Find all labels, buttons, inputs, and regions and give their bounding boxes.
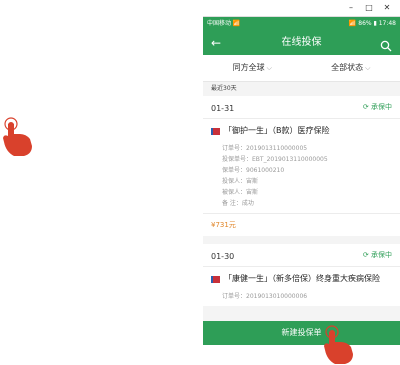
chevron-down-icon: ⌵ (365, 64, 371, 72)
order-date: 01-31 (211, 104, 235, 113)
section-label: 最近30天 (203, 82, 400, 96)
status-filter-label: 全部状态 (331, 63, 364, 72)
company-filter-label: 同方全球 (232, 63, 265, 72)
order-fields: 订单号：2019013110000005 投保单号：EBT_2019013110… (211, 143, 392, 209)
card-header: 01-31 ⟳ 承保中 (203, 96, 400, 119)
insured-person: 被保人：宙斯 (222, 189, 259, 196)
policy-number: 保单号：9061000210 (222, 167, 285, 174)
insurer-logo-icon (211, 276, 220, 283)
company-filter-dropdown[interactable]: 同方全球 ⌵ (203, 55, 302, 81)
product-row: 「御护一生」（B款）医疗保险 (211, 125, 392, 137)
policyholder: 投保人：宙斯 (222, 178, 259, 185)
product-row: 「康健一生」（新多倍保）终身重大疾病保险 (211, 273, 392, 285)
remark: 备 注：成功 (222, 200, 254, 207)
status-badge: ⟳ 承保中 (362, 251, 392, 259)
chevron-down-icon: ⌵ (266, 64, 272, 72)
order-card[interactable]: 01-31 ⟳ 承保中 「御护一生」（B款）医疗保险 订单号：201901311… (203, 96, 400, 236)
order-card[interactable]: 01-30 ⟳ 承保中 「康健一生」（新多倍保）终身重大疾病保险 订单号：201… (203, 244, 400, 306)
product-name: 「御护一生」（B款）医疗保险 (224, 126, 330, 135)
order-number: 订单号：2019013110000005 (222, 145, 308, 152)
filter-bar: 同方全球 ⌵ 全部状态 ⌵ (203, 55, 400, 82)
phone-screen: – □ ✕ 中国移动 📶 📶 86% ▮ 17:48 ← 在线投保 同方全球 ⌵ … (203, 0, 400, 345)
carrier-label: 中国移动 📶 (207, 20, 241, 27)
page-title: 在线投保 (281, 37, 322, 48)
card-body: 「康健一生」（新多倍保）终身重大疾病保险 订单号：201901301000000… (203, 267, 400, 306)
new-application-button[interactable]: 新建投保单 (203, 321, 400, 345)
status-right-label: 📶 86% ▮ 17:48 (348, 20, 396, 27)
status-filter-dropdown[interactable]: 全部状态 ⌵ (302, 55, 400, 81)
status-badge: ⟳ 承保中 (362, 103, 392, 111)
minimize-button[interactable]: – (344, 2, 358, 14)
card-header: 01-30 ⟳ 承保中 (203, 244, 400, 267)
close-button[interactable]: ✕ (380, 2, 394, 14)
search-icon[interactable] (380, 37, 392, 56)
status-bar: 中国移动 📶 📶 86% ▮ 17:48 (203, 17, 400, 31)
maximize-button[interactable]: □ (362, 2, 376, 14)
product-name: 「康健一生」（新多倍保）终身重大疾病保险 (224, 274, 380, 283)
tap-hand-left-icon (0, 116, 36, 158)
card-body: 「御护一生」（B款）医疗保险 订单号：2019013110000005 投保单号… (203, 119, 400, 213)
order-number: 订单号：2019013010000006 (222, 293, 308, 300)
application-number: 投保单号：EBT_2019013110000005 (222, 156, 328, 163)
order-fields: 订单号：2019013010000006 (211, 291, 392, 302)
tap-hand-bottom-icon (318, 323, 358, 365)
app-header: ← 在线投保 (203, 31, 400, 55)
insurer-logo-icon (211, 128, 220, 135)
order-price: ¥731元 (203, 213, 400, 236)
window-titlebar: – □ ✕ (203, 0, 400, 17)
order-date: 01-30 (211, 252, 235, 261)
